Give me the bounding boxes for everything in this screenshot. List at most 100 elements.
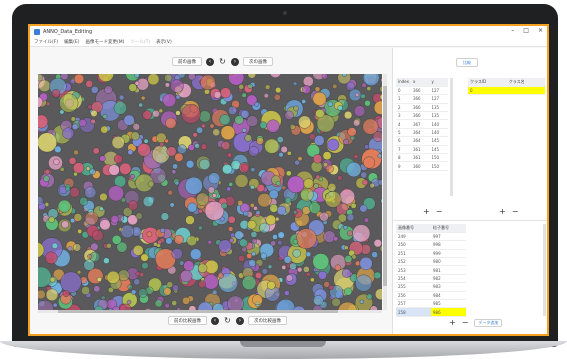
grid-cell[interactable]: 361 xyxy=(410,145,430,155)
compare-rotate-icon[interactable]: ↻ xyxy=(223,316,232,325)
add-annotation-button[interactable]: + xyxy=(449,318,456,327)
grid-row[interactable]: 5 364 140 xyxy=(396,128,448,138)
grid-cell[interactable]: 367 xyxy=(410,119,430,129)
annotation-row[interactable]: 254 982 xyxy=(396,274,466,284)
annotation-cell[interactable]: 985 xyxy=(431,299,466,309)
grid-cell[interactable]: 4 xyxy=(396,119,411,129)
class-id-cell[interactable]: 0 xyxy=(468,86,507,96)
grid-header[interactable]: y xyxy=(429,78,448,87)
grid-row[interactable]: 6 364 145 xyxy=(396,136,448,146)
menu-mode[interactable]: 画像モード変更(M) xyxy=(85,39,124,45)
next-compare-button[interactable]: 次の比較画像 xyxy=(248,316,287,325)
menu-file[interactable]: ファイル(F) xyxy=(34,39,58,45)
remove-class-button[interactable]: − xyxy=(512,207,519,216)
grid-cell[interactable]: 135 xyxy=(429,103,448,113)
grid-cell[interactable]: 150 xyxy=(429,153,448,163)
grid-cell[interactable]: 127 xyxy=(429,94,448,104)
grid-cell[interactable]: 366 xyxy=(410,111,430,121)
annotation-cell[interactable]: 257 xyxy=(396,299,431,309)
image-vertical-scrollbar[interactable] xyxy=(383,74,387,310)
close-button[interactable]: × xyxy=(538,27,543,34)
annotation-cell[interactable]: 255 xyxy=(396,282,431,292)
add-class-button[interactable]: + xyxy=(499,207,506,216)
grid-cell[interactable]: 127 xyxy=(429,86,448,96)
class-header[interactable]: クラス名 xyxy=(506,78,545,87)
grid-cell[interactable]: 8 xyxy=(396,153,411,163)
next-compare-arrow-icon[interactable]: › xyxy=(236,316,244,325)
annotation-cell[interactable]: 250 xyxy=(396,240,431,250)
grid-cell[interactable]: 140 xyxy=(429,128,448,138)
prev-compare-button[interactable]: 前の比較画像 xyxy=(168,316,207,325)
grid-cell[interactable]: 7 xyxy=(396,145,411,155)
grid-cell[interactable]: 145 xyxy=(429,136,448,146)
annotation-cell[interactable]: 980 xyxy=(431,257,466,267)
grid-cell[interactable]: 361 xyxy=(410,153,430,163)
annotation-cell[interactable]: 258 xyxy=(396,307,431,317)
grid-cell[interactable]: 366 xyxy=(410,94,430,104)
next-image-button[interactable]: 次の画像 xyxy=(243,57,273,66)
compare-button[interactable]: 比較 xyxy=(456,58,478,67)
annotation-cell[interactable]: 998 xyxy=(431,240,466,250)
grid-cell[interactable]: 6 xyxy=(396,136,411,146)
minimize-button[interactable]: – xyxy=(511,27,514,34)
grid-row[interactable]: 4 367 140 xyxy=(396,119,448,129)
prev-arrow-icon[interactable]: ‹ xyxy=(206,57,214,66)
grid-row[interactable]: 0 366 127 xyxy=(396,86,448,96)
annotation-cell[interactable]: 982 xyxy=(431,274,466,284)
grid-cell[interactable]: 364 xyxy=(410,136,430,146)
grid-cell[interactable]: 364 xyxy=(410,128,430,138)
grid-row[interactable]: 1 366 127 xyxy=(396,94,448,104)
menu-edit[interactable]: 編集(E) xyxy=(64,39,79,45)
grid-cell[interactable]: 360 xyxy=(410,161,430,171)
grid-cell[interactable]: 2 xyxy=(396,103,411,113)
annotation-cell[interactable]: 997 xyxy=(431,232,466,242)
grid-header[interactable]: x xyxy=(410,78,430,87)
class-name-cell[interactable] xyxy=(506,86,545,96)
annotation-cell[interactable]: 249 xyxy=(396,232,431,242)
class-header[interactable]: クラスID xyxy=(468,78,507,87)
grid-cell[interactable]: 1 xyxy=(396,94,411,104)
annotation-cell[interactable]: 981 xyxy=(431,265,466,275)
grid-cell[interactable]: 0 xyxy=(396,86,411,96)
prev-image-button[interactable]: 前の画像 xyxy=(172,57,202,66)
grid-cell[interactable]: 9 xyxy=(396,161,411,171)
anno-header[interactable]: 画像番号 xyxy=(396,224,431,233)
grid-cell[interactable]: 366 xyxy=(410,86,430,96)
annotation-row[interactable]: 250 998 xyxy=(396,240,466,250)
annotation-row[interactable]: 256 984 xyxy=(396,291,466,301)
grid-row[interactable]: 2 366 135 xyxy=(396,103,448,113)
menu-view[interactable]: 表示(V) xyxy=(156,39,172,45)
grid-header[interactable]: index xyxy=(396,78,411,87)
grid-cell[interactable]: 366 xyxy=(410,103,430,113)
annotation-row[interactable]: 255 983 xyxy=(396,282,466,292)
rotate-icon[interactable]: ↻ xyxy=(218,57,227,66)
annotation-row[interactable]: 253 981 xyxy=(396,265,466,275)
annotation-cell[interactable]: 253 xyxy=(396,265,431,275)
annotation-cell[interactable]: 986 xyxy=(431,307,466,317)
anno-header[interactable]: 粒子番号 xyxy=(431,224,466,233)
annotation-cell[interactable]: 999 xyxy=(431,249,466,259)
remove-point-button[interactable]: − xyxy=(436,207,443,216)
next-arrow-icon[interactable]: › xyxy=(231,57,239,66)
add-point-button[interactable]: + xyxy=(423,207,430,216)
annotation-cell[interactable]: 256 xyxy=(396,291,431,301)
grid-cell[interactable]: 135 xyxy=(429,111,448,121)
add-data-link[interactable]: データ追加 xyxy=(474,318,503,327)
menu-tools[interactable]: ツール(T) xyxy=(130,39,150,45)
annotation-row[interactable]: 258 986 xyxy=(396,307,466,317)
grid-row[interactable]: 8 361 150 xyxy=(396,153,448,163)
grid-row[interactable]: 7 361 145 xyxy=(396,145,448,155)
grid-cell[interactable]: 3 xyxy=(396,111,411,121)
grid-cell[interactable]: 5 xyxy=(396,128,411,138)
grid-row[interactable]: 3 366 135 xyxy=(396,111,448,121)
annotation-row[interactable]: 251 999 xyxy=(396,249,466,259)
annotation-cell[interactable]: 252 xyxy=(396,257,431,267)
annotation-cell[interactable]: 254 xyxy=(396,274,431,284)
image-horizontal-scrollbar[interactable] xyxy=(38,310,382,313)
annotation-cell[interactable]: 983 xyxy=(431,282,466,292)
grid-cell[interactable]: 145 xyxy=(429,145,448,155)
remove-annotation-button[interactable]: − xyxy=(462,318,469,327)
particle-image-canvas[interactable] xyxy=(38,74,382,310)
prev-compare-arrow-icon[interactable]: ‹ xyxy=(211,316,219,325)
grid-cell[interactable]: 150 xyxy=(429,161,448,171)
